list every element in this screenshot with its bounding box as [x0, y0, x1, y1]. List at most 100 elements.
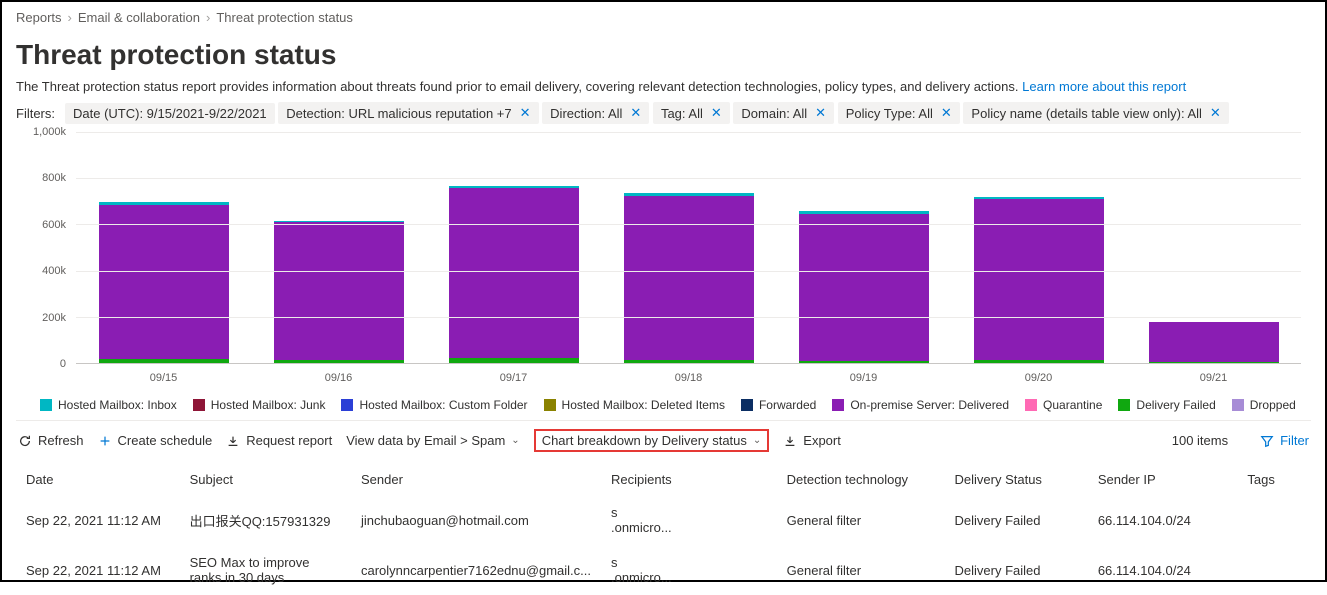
filter-bar: Filters: Date (UTC): 9/15/2021-9/22/2021…: [16, 102, 1311, 124]
legend-label: Quarantine: [1043, 398, 1102, 412]
bar-segment: [624, 196, 754, 359]
legend-swatch: [1232, 399, 1244, 411]
bar[interactable]: [99, 202, 229, 363]
learn-more-link[interactable]: Learn more about this report: [1022, 79, 1186, 94]
column-header[interactable]: Date: [16, 464, 180, 495]
filter-chip[interactable]: Domain: All✕: [733, 102, 834, 124]
download-icon: [783, 434, 797, 448]
bar-segment: [1149, 362, 1279, 363]
close-icon[interactable]: ✕: [628, 105, 641, 121]
legend-item[interactable]: Dropped: [1232, 398, 1296, 412]
view-data-dropdown[interactable]: View data by Email > Spam ⌄: [346, 433, 519, 448]
x-axis: 09/1509/1609/1709/1809/1909/2009/21: [76, 368, 1301, 392]
bar[interactable]: [449, 186, 579, 363]
download-icon: [226, 434, 240, 448]
bar[interactable]: [974, 197, 1104, 363]
legend-item[interactable]: Forwarded: [741, 398, 816, 412]
page-title: Threat protection status: [16, 39, 1311, 71]
plus-icon: [98, 434, 112, 448]
close-icon[interactable]: ✕: [709, 105, 722, 121]
x-tick: 09/18: [624, 368, 754, 392]
x-tick: 09/19: [799, 368, 929, 392]
bar-segment: [799, 361, 929, 363]
close-icon[interactable]: ✕: [813, 105, 826, 121]
legend-label: Hosted Mailbox: Deleted Items: [562, 398, 725, 412]
column-header[interactable]: Sender: [351, 464, 601, 495]
bar[interactable]: [274, 221, 404, 363]
chevron-down-icon: ⌄: [753, 435, 761, 446]
legend-item[interactable]: Delivery Failed: [1118, 398, 1215, 412]
column-header[interactable]: Detection technology: [777, 464, 945, 495]
cell-ip: 66.114.104.0/24: [1088, 545, 1238, 595]
legend-item[interactable]: Quarantine: [1025, 398, 1102, 412]
x-tick: 09/17: [449, 368, 579, 392]
y-tick: 1,000k: [33, 126, 66, 138]
legend-label: Delivery Failed: [1136, 398, 1215, 412]
x-tick: 09/20: [974, 368, 1104, 392]
cell-recipients: s.onmicro...: [601, 495, 777, 545]
filter-chip[interactable]: Tag: All✕: [653, 102, 730, 124]
legend-item[interactable]: Hosted Mailbox: Deleted Items: [544, 398, 725, 412]
cell-delivery: Delivery Failed: [945, 495, 1088, 545]
legend-swatch: [193, 399, 205, 411]
cell-delivery: Delivery Failed: [945, 545, 1088, 595]
request-report-button[interactable]: Request report: [226, 433, 332, 448]
chevron-right-icon: ›: [68, 10, 72, 25]
create-schedule-button[interactable]: Create schedule: [98, 433, 213, 448]
x-tick: 09/16: [274, 368, 404, 392]
toolbar: Refresh Create schedule Request report V…: [16, 420, 1311, 460]
legend-label: Hosted Mailbox: Junk: [211, 398, 326, 412]
legend-item[interactable]: Hosted Mailbox: Inbox: [40, 398, 177, 412]
column-header[interactable]: Tags: [1237, 464, 1311, 495]
chart-breakdown-dropdown[interactable]: Chart breakdown by Delivery status ⌄: [534, 429, 770, 452]
legend-label: Forwarded: [759, 398, 816, 412]
bar-segment: [624, 360, 754, 363]
close-icon[interactable]: ✕: [1208, 105, 1221, 121]
column-header[interactable]: Sender IP: [1088, 464, 1238, 495]
bar[interactable]: [624, 193, 754, 363]
filter-chip[interactable]: Policy name (details table view only): A…: [963, 102, 1228, 124]
breadcrumb-item-reports[interactable]: Reports: [16, 10, 62, 25]
close-icon[interactable]: ✕: [939, 105, 952, 121]
legend-item[interactable]: Hosted Mailbox: Custom Folder: [341, 398, 527, 412]
bar-segment: [1149, 322, 1279, 362]
filter-button[interactable]: Filter: [1260, 433, 1309, 448]
filter-chip[interactable]: Detection: URL malicious reputation +7✕: [278, 102, 538, 124]
column-header[interactable]: Recipients: [601, 464, 777, 495]
column-header[interactable]: Subject: [180, 464, 351, 495]
bar[interactable]: [1149, 322, 1279, 363]
bar-segment: [274, 360, 404, 363]
chevron-right-icon: ›: [206, 10, 210, 25]
y-tick: 0: [60, 358, 66, 370]
cell-detection: General filter: [777, 495, 945, 545]
legend-swatch: [544, 399, 556, 411]
cell-sender: carolynncarpentier7162ednu@gmail.c...: [351, 545, 601, 595]
table-row[interactable]: Sep 22, 2021 11:12 AM出口报关QQ:157931329jin…: [16, 495, 1311, 545]
cell-subject: SEO Max to improve ranks in 30 days: [180, 545, 351, 595]
cell-tags: [1237, 495, 1311, 545]
filter-chip[interactable]: Direction: All✕: [542, 102, 649, 124]
cell-date: Sep 22, 2021 11:12 AM: [16, 495, 180, 545]
cell-sender: jinchubaoguan@hotmail.com: [351, 495, 601, 545]
filter-chip[interactable]: Date (UTC): 9/15/2021-9/22/2021: [65, 103, 275, 124]
filter-chip[interactable]: Policy Type: All✕: [838, 102, 960, 124]
export-button[interactable]: Export: [783, 433, 841, 448]
y-axis: 0200k400k600k800k1,000k: [30, 132, 72, 364]
cell-recipients: s.onmicro...: [601, 545, 777, 595]
table-row[interactable]: Sep 22, 2021 11:12 AMSEO Max to improve …: [16, 545, 1311, 595]
legend-label: Hosted Mailbox: Inbox: [58, 398, 177, 412]
filter-icon: [1260, 434, 1274, 448]
column-header[interactable]: Delivery Status: [945, 464, 1088, 495]
page-description: The Threat protection status report prov…: [16, 79, 1311, 94]
close-icon[interactable]: ✕: [518, 105, 531, 121]
refresh-icon: [18, 434, 32, 448]
refresh-button[interactable]: Refresh: [18, 433, 84, 448]
legend-item[interactable]: On-premise Server: Delivered: [832, 398, 1009, 412]
bar[interactable]: [799, 211, 929, 363]
legend-item[interactable]: Hosted Mailbox: Junk: [193, 398, 326, 412]
breadcrumb-item-email[interactable]: Email & collaboration: [78, 10, 200, 25]
breadcrumb-item-current: Threat protection status: [216, 10, 353, 25]
bar-segment: [974, 360, 1104, 363]
breadcrumb: Reports › Email & collaboration › Threat…: [16, 10, 1311, 25]
table-header: DateSubjectSenderRecipientsDetection tec…: [16, 464, 1311, 495]
